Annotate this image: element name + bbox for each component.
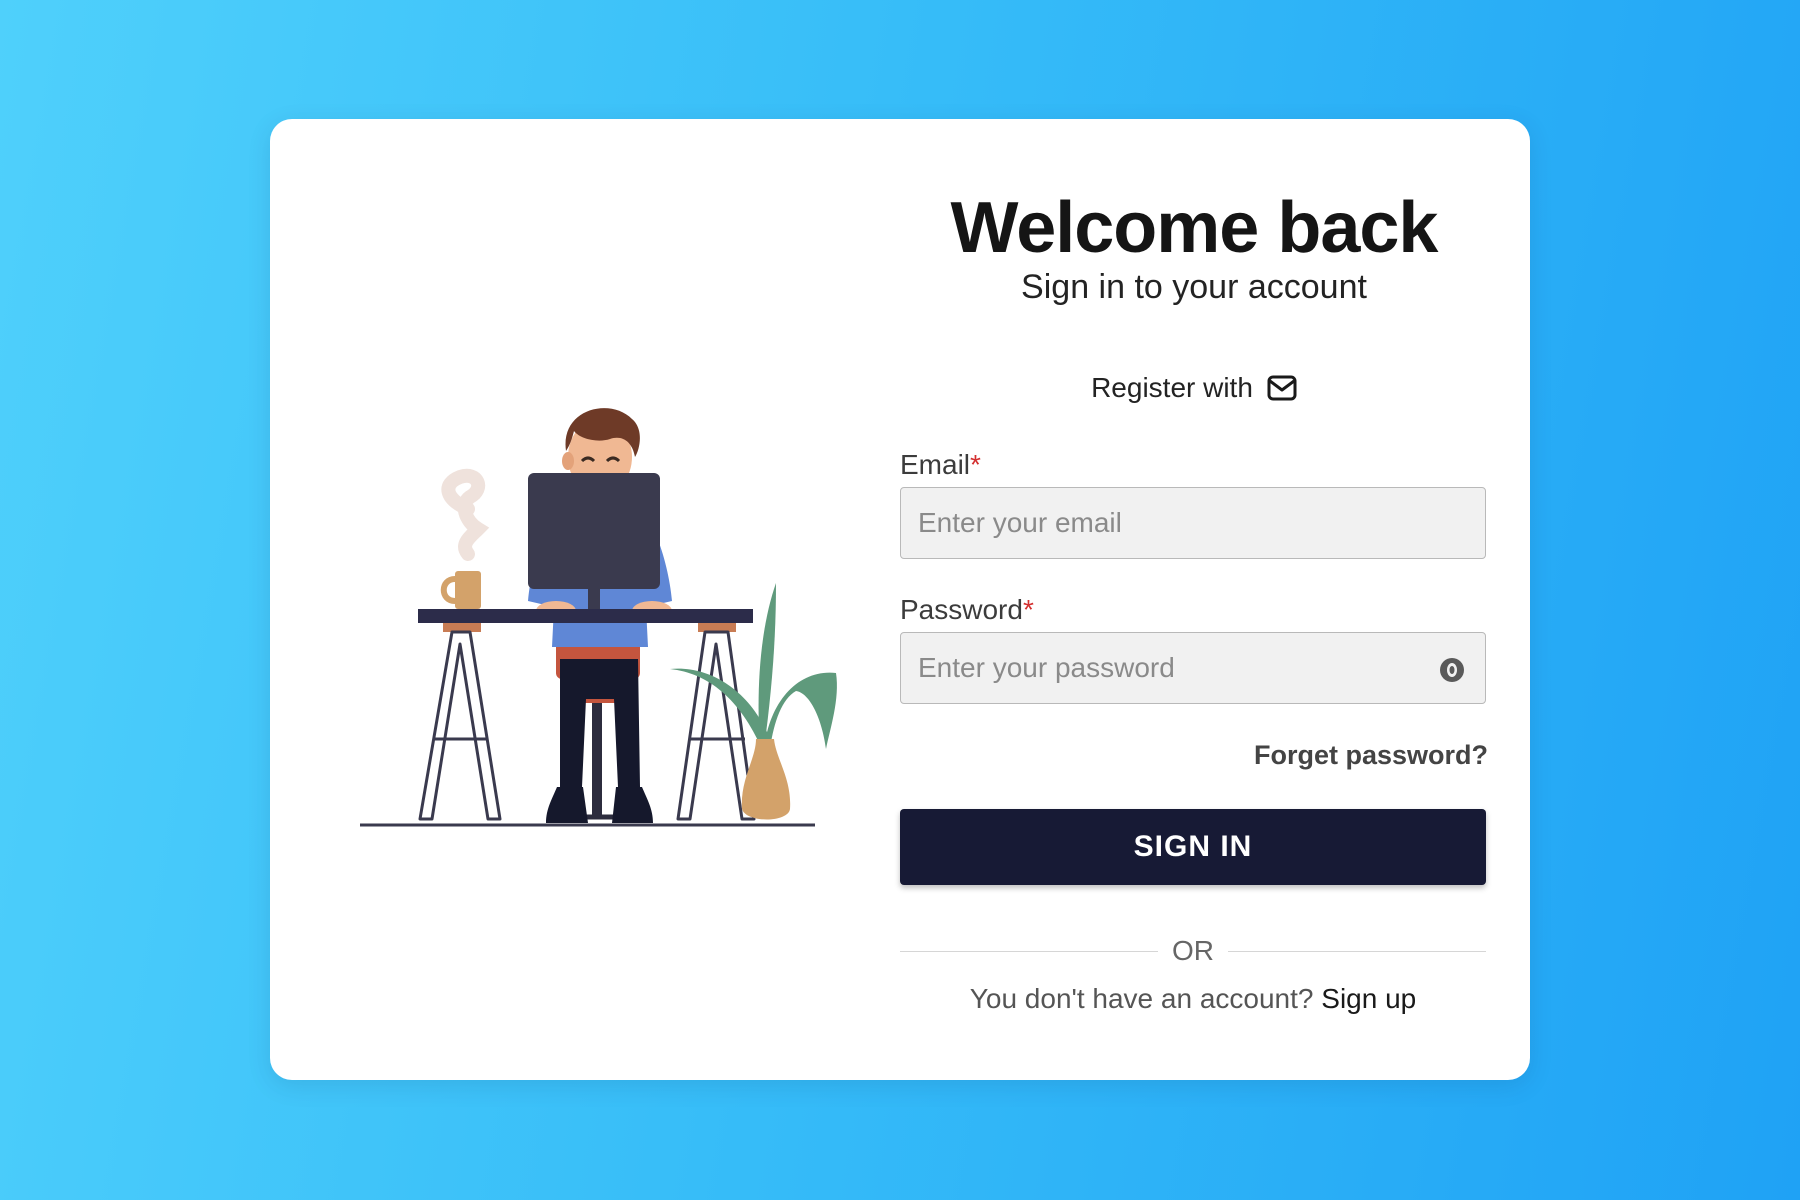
email-input[interactable] [901, 488, 1485, 558]
password-input[interactable] [901, 633, 1485, 703]
divider-line-left [900, 950, 1158, 952]
divider-line-right [1228, 950, 1486, 952]
plant-leaf-2 [670, 668, 770, 749]
signup-row: You don't have an account? Sign up [900, 983, 1486, 1015]
email-label-text: Email [900, 449, 971, 480]
login-form: Welcome back Sign in to your account Reg… [900, 119, 1488, 1080]
mug [455, 571, 481, 609]
email-required-mark: * [970, 449, 981, 480]
eye-icon[interactable] [1437, 655, 1467, 685]
register-label: Register with [1091, 372, 1253, 403]
password-field[interactable] [900, 632, 1486, 704]
or-divider: OR [900, 935, 1486, 967]
page-subtitle: Sign in to your account [1021, 268, 1367, 306]
person-at-desk-illustration [360, 408, 837, 827]
mail-icon[interactable] [1267, 374, 1297, 402]
register-row: Register with [900, 372, 1488, 404]
no-account-text: You don't have an account? [969, 983, 1314, 1014]
person-ear [562, 452, 574, 470]
chair-stem [592, 703, 602, 817]
password-required-mark: * [1022, 594, 1034, 625]
login-card: Welcome back Sign in to your account Reg… [270, 119, 1530, 1080]
mug-handle [440, 576, 456, 604]
plant-leaf-3 [764, 672, 837, 749]
plant-pot [741, 739, 791, 820]
desk-leg-right [676, 630, 756, 821]
sign-up-link[interactable]: Sign up [1321, 983, 1416, 1014]
email-field[interactable] [900, 487, 1486, 559]
person-shoe-left [546, 787, 588, 823]
email-label: Email* [900, 449, 981, 481]
person-shoe-right [612, 787, 653, 823]
page-title: Welcome back [950, 188, 1439, 268]
or-label: OR [1172, 935, 1214, 966]
desk-leg-left [418, 630, 502, 821]
steam [441, 468, 490, 561]
password-label-text: Password [900, 594, 1023, 625]
desk-top [418, 609, 753, 623]
monitor-stand [588, 589, 600, 611]
forgot-password-link[interactable]: Forget password? [1254, 740, 1488, 771]
password-label: Password* [900, 594, 1034, 626]
monitor [528, 473, 660, 589]
sign-in-button[interactable]: SIGN IN [900, 809, 1486, 885]
